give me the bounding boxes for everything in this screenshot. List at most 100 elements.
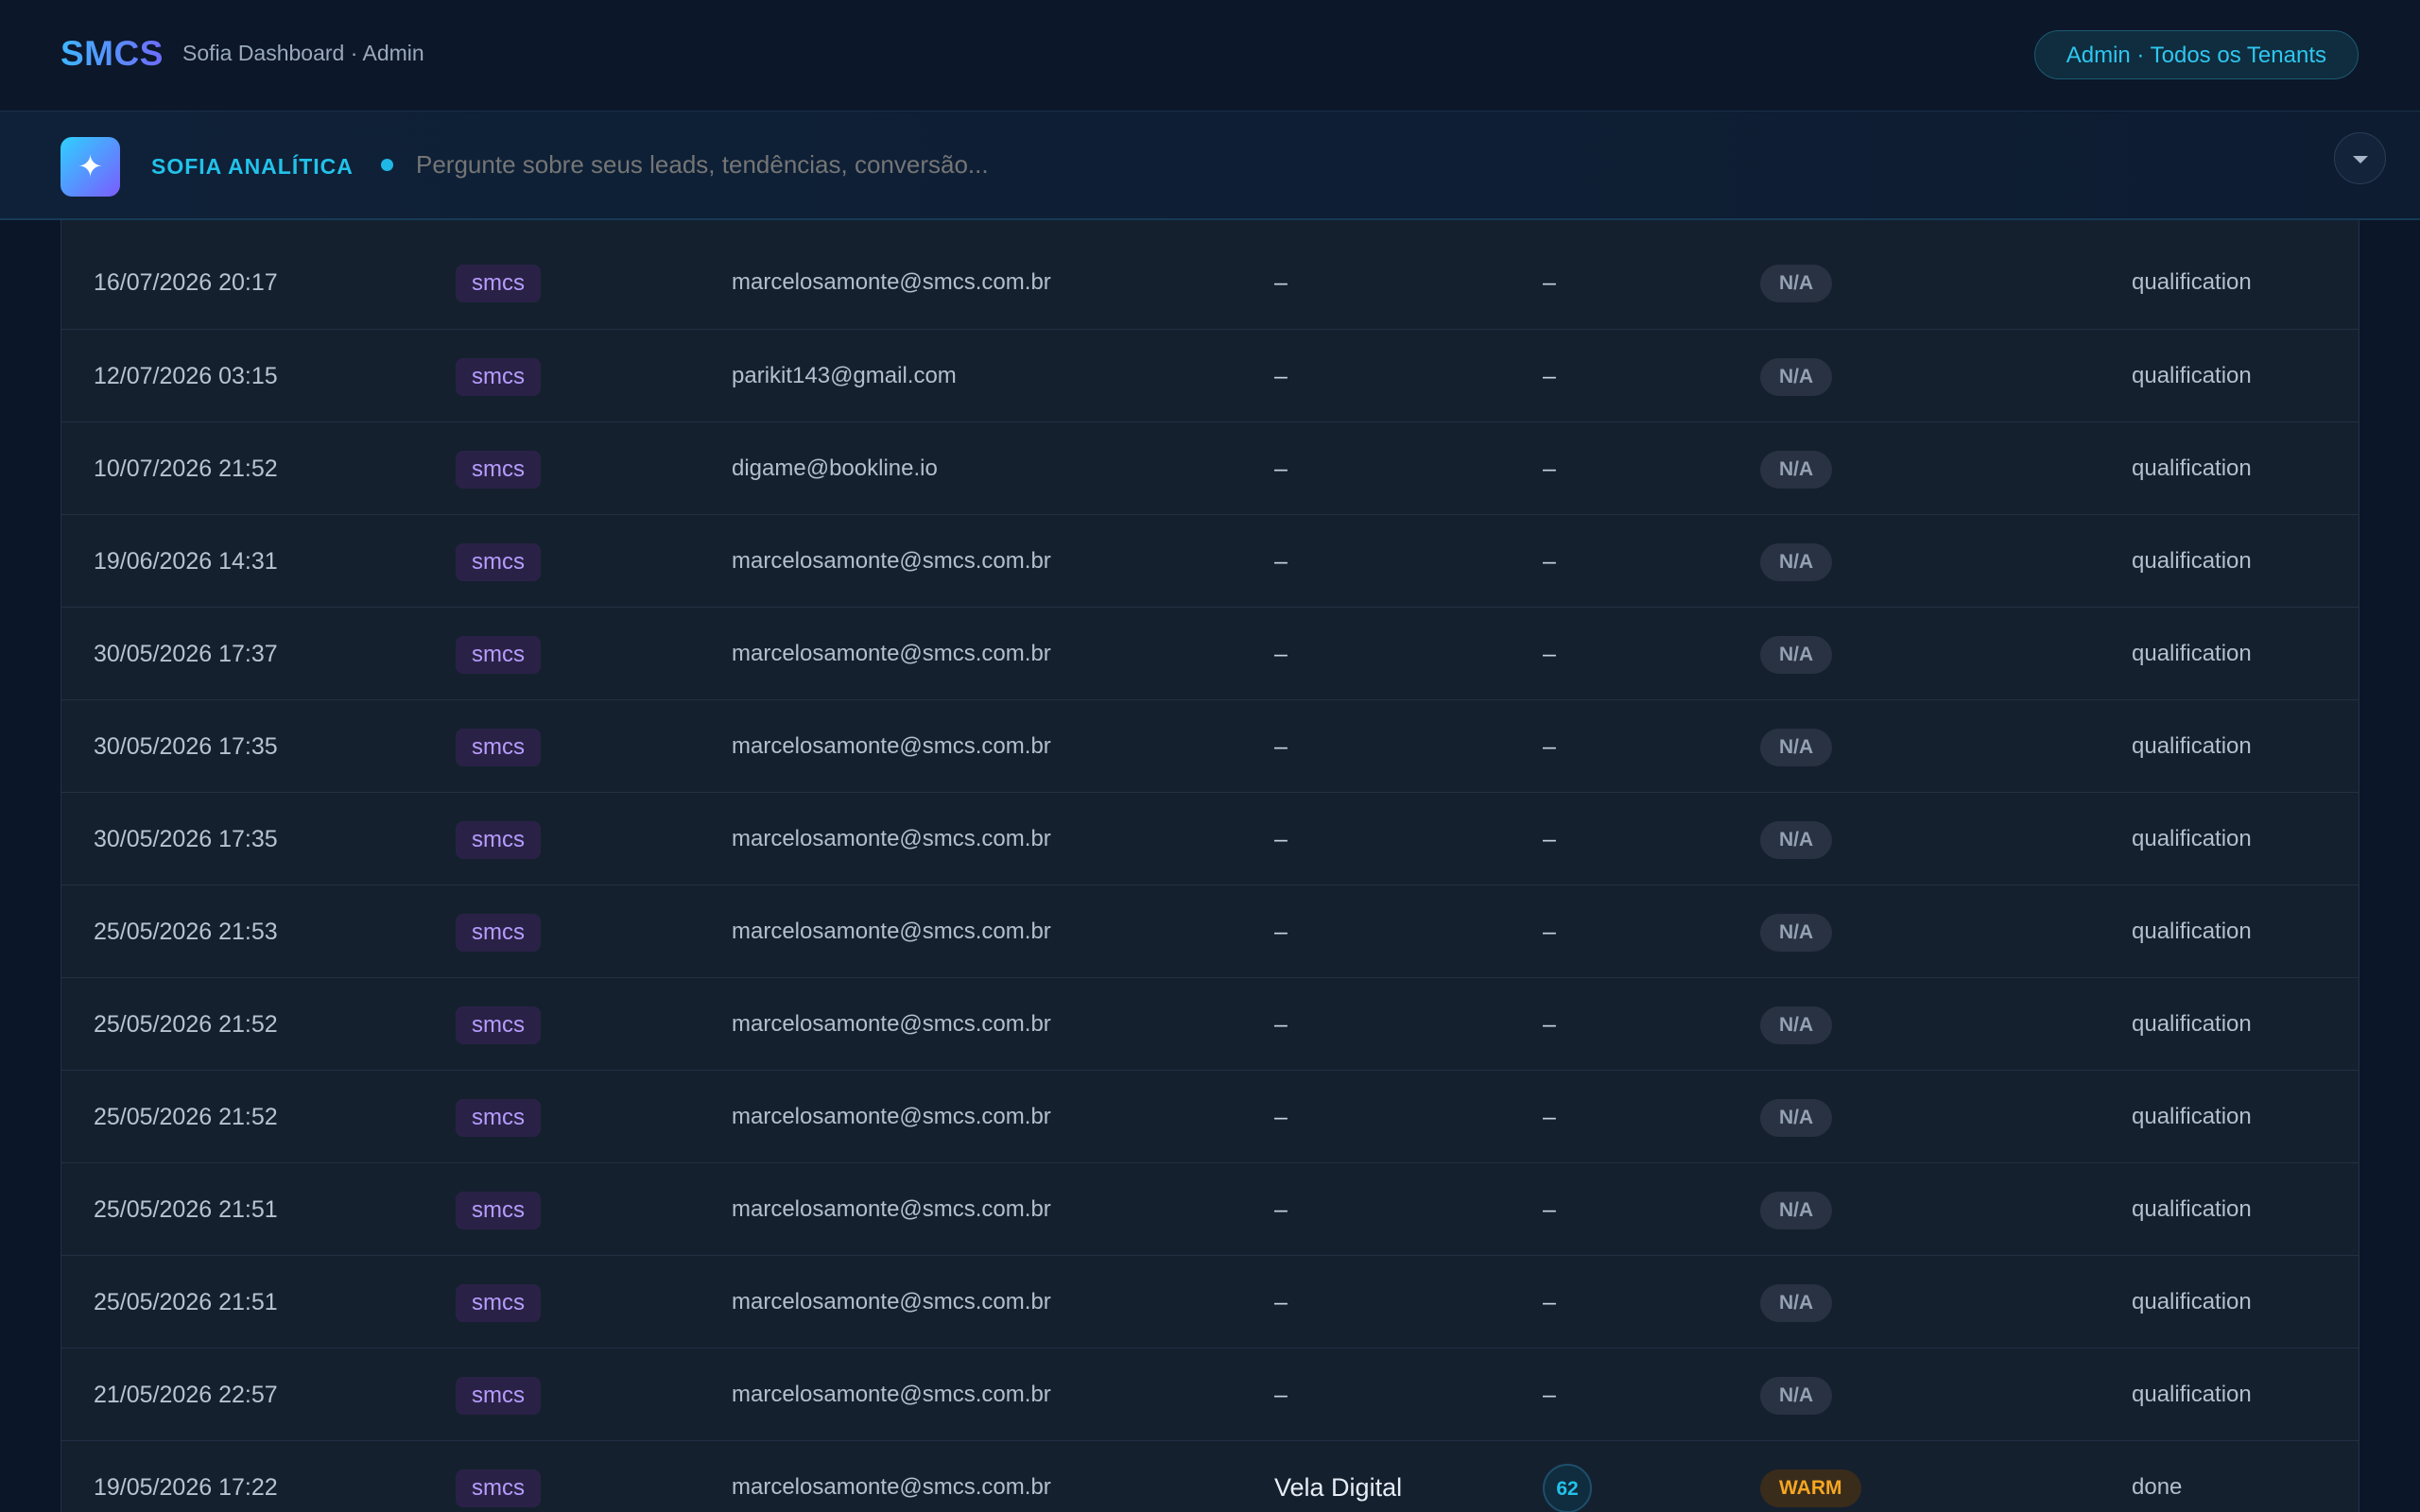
tenant-badge: smcs — [456, 1192, 541, 1230]
sofia-question-input[interactable] — [414, 149, 1836, 180]
table-row[interactable]: 30/05/2026 17:35 smcs marcelosamonte@smcs.… — [61, 792, 2359, 885]
tenant-cell: smcs — [456, 515, 541, 608]
company-name: Vela Digital — [1274, 1473, 1403, 1502]
table-row[interactable]: 25/05/2026 21:52 smcs marcelosamonte@smcs.… — [61, 1070, 2359, 1162]
temperature-badge: N/A — [1760, 451, 1833, 490]
company-name: – — [1274, 733, 1288, 760]
temperature-badge: N/A — [1760, 358, 1833, 397]
tenant-cell: smcs — [456, 1256, 541, 1349]
temperature-badge: N/A — [1760, 265, 1833, 303]
lead-email: marcelosamonte@smcs.com.br — [732, 733, 1051, 759]
collapse-button[interactable] — [2334, 132, 2386, 184]
temperature-badge: N/A — [1760, 914, 1833, 953]
created-date: 25/05/2026 21:53 — [94, 919, 278, 945]
company-name: – — [1274, 455, 1288, 482]
score-cell: – — [1543, 919, 1556, 945]
tenant-cell: smcs — [456, 236, 541, 329]
table-row[interactable]: 25/05/2026 21:52 smcs marcelosamonte@smcs.… — [61, 977, 2359, 1070]
temperature-cell: N/A — [1760, 330, 1833, 422]
stage-label: qualification — [2132, 269, 2252, 295]
created-date: 21/05/2026 22:57 — [94, 1382, 278, 1408]
stage-label: qualification — [2132, 1196, 2252, 1222]
temperature-cell: N/A — [1760, 422, 1833, 515]
table-row[interactable]: 25/05/2026 21:51 smcs marcelosamonte@smcs.… — [61, 1162, 2359, 1255]
table-row[interactable]: 16/07/2026 20:17 smcs marcelosamonte@smcs.… — [61, 236, 2359, 329]
created-date: 12/07/2026 03:15 — [94, 363, 278, 389]
tenant-cell: smcs — [456, 1163, 541, 1256]
temperature-badge: N/A — [1760, 543, 1833, 582]
tenant-badge: smcs — [456, 1469, 541, 1508]
app-logo[interactable]: SMCS — [60, 34, 164, 74]
tenant-badge: smcs — [456, 636, 541, 675]
created-date: 30/05/2026 17:37 — [94, 641, 278, 667]
table-row[interactable]: 19/05/2026 17:22 smcs marcelosamonte@smcs.… — [61, 1440, 2359, 1512]
table-row[interactable]: 25/05/2026 21:53 smcs marcelosamonte@smcs.… — [61, 885, 2359, 977]
stage-label: qualification — [2132, 1104, 2252, 1129]
score-cell: – — [1543, 826, 1556, 852]
tenant-badge: smcs — [456, 1099, 541, 1138]
lead-email: marcelosamonte@smcs.com.br — [732, 1104, 1051, 1129]
lead-email: marcelosamonte@smcs.com.br — [732, 1474, 1051, 1500]
stage-label: qualification — [2132, 1011, 2252, 1037]
tenant-cell: smcs — [456, 608, 541, 700]
table-row[interactable]: 21/05/2026 22:57 smcs marcelosamonte@smcs.… — [61, 1348, 2359, 1440]
lead-email: digame@bookline.io — [732, 455, 938, 481]
company-name: – — [1274, 1382, 1288, 1408]
lead-email: marcelosamonte@smcs.com.br — [732, 1196, 1051, 1222]
sparkle-icon: ✦ — [60, 137, 120, 197]
tenant-badge: smcs — [456, 451, 541, 490]
created-date: 25/05/2026 21:52 — [94, 1104, 278, 1130]
stage-label: qualification — [2132, 641, 2252, 666]
company-name: – — [1274, 1104, 1288, 1130]
score-cell: – — [1543, 1104, 1556, 1130]
table-row[interactable]: 12/07/2026 03:15 smcs parikit143@gmail.com… — [61, 329, 2359, 421]
score-cell: – — [1543, 1196, 1556, 1223]
created-date: 25/05/2026 21:52 — [94, 1011, 278, 1038]
company-name: – — [1274, 1011, 1288, 1038]
created-date: 30/05/2026 17:35 — [94, 826, 278, 852]
table-row[interactable]: 30/05/2026 17:37 smcs marcelosamonte@smcs.… — [61, 607, 2359, 699]
stage-label: qualification — [2132, 826, 2252, 851]
created-date: 16/07/2026 20:17 — [94, 269, 278, 296]
tenant-badge: smcs — [456, 729, 541, 767]
company-name: – — [1274, 1196, 1288, 1223]
sofia-analytics-bar: ✦ SOFIA ANALÍTICA — [0, 112, 2420, 220]
score-cell: 62 — [1543, 1441, 1592, 1512]
table-row[interactable]: 30/05/2026 17:35 smcs marcelosamonte@smcs.… — [61, 699, 2359, 792]
stage-label: qualification — [2132, 455, 2252, 481]
leads-table: 16/07/2026 20:17 smcs marcelosamonte@smcs.… — [60, 220, 2360, 1512]
stage-label: qualification — [2132, 548, 2252, 574]
table-row[interactable]: 10/07/2026 21:52 smcs digame@bookline.io – –… — [61, 421, 2359, 514]
score-cell: – — [1543, 1011, 1556, 1038]
app-subtitle: Sofia Dashboard · Admin — [182, 41, 424, 65]
tenant-cell: smcs — [456, 1071, 541, 1163]
created-date: 30/05/2026 17:35 — [94, 733, 278, 760]
score-cell: – — [1543, 548, 1556, 575]
score-cell: – — [1543, 1382, 1556, 1408]
tenant-cell: smcs — [456, 330, 541, 422]
tenant-badge: smcs — [456, 914, 541, 953]
table-row[interactable]: 19/06/2026 14:31 smcs marcelosamonte@smcs.… — [61, 514, 2359, 607]
company-name: – — [1274, 641, 1288, 667]
score-cell: – — [1543, 269, 1556, 296]
lead-email: marcelosamonte@smcs.com.br — [732, 641, 1051, 666]
company-name: – — [1274, 363, 1288, 389]
lead-email: marcelosamonte@smcs.com.br — [732, 1289, 1051, 1314]
temperature-cell: N/A — [1760, 1163, 1833, 1256]
tenant-cell: smcs — [456, 422, 541, 515]
score-cell: – — [1543, 1289, 1556, 1315]
company-name: – — [1274, 1289, 1288, 1315]
stage-label: qualification — [2132, 1382, 2252, 1407]
lead-email: marcelosamonte@smcs.com.br — [732, 548, 1051, 574]
tenant-badge: smcs — [456, 265, 541, 303]
created-date: 25/05/2026 21:51 — [94, 1196, 278, 1223]
stage-label: qualification — [2132, 1289, 2252, 1314]
table-row[interactable]: 25/05/2026 21:51 smcs marcelosamonte@smcs.… — [61, 1255, 2359, 1348]
created-date: 10/07/2026 21:52 — [94, 455, 278, 482]
tenant-cell: smcs — [456, 885, 541, 978]
tenant-scope-button[interactable]: Admin · Todos os Tenants — [2033, 30, 2359, 79]
tenant-badge: smcs — [456, 358, 541, 397]
temperature-badge: N/A — [1760, 1006, 1833, 1045]
temperature-badge: N/A — [1760, 1284, 1833, 1323]
temperature-badge: N/A — [1760, 1377, 1833, 1416]
